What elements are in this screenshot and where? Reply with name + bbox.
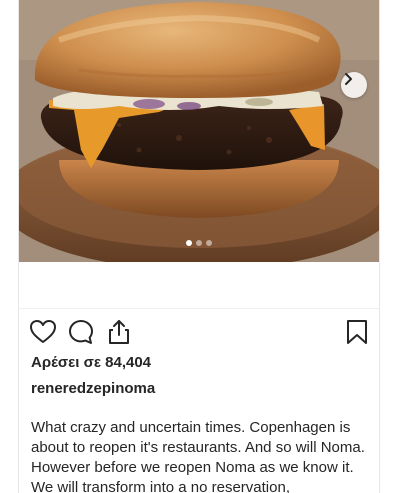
share-upload-icon[interactable] [105, 318, 133, 346]
carousel-next-button[interactable] [341, 72, 367, 98]
chevron-right-icon [345, 73, 352, 85]
likes-count[interactable]: Αρέσει σε 84,404 [31, 354, 151, 371]
post-photo[interactable] [19, 0, 379, 262]
instagram-post: Αρέσει σε 84,404 reneredzepinoma What cr… [18, 0, 380, 493]
post-caption: What crazy and uncertain times. Copenhag… [31, 419, 365, 493]
carousel-dot-3 [206, 240, 212, 246]
speech-bubble-icon[interactable] [67, 318, 95, 346]
post-username[interactable]: reneredzepinoma [31, 380, 155, 397]
carousel-indicator [19, 240, 379, 248]
post-action-bar [29, 318, 371, 348]
carousel-dot-1 [186, 240, 192, 246]
heart-icon[interactable] [29, 318, 57, 346]
bookmark-icon[interactable] [343, 318, 371, 346]
photo-bottom-margin [19, 262, 379, 309]
burger-photo-illustration [19, 0, 379, 262]
carousel-dot-2 [196, 240, 202, 246]
